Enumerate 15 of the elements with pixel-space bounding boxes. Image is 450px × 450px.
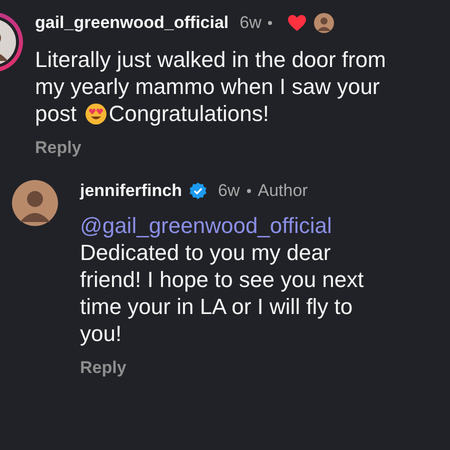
avatar[interactable] — [12, 180, 58, 226]
author-label: Author — [258, 180, 308, 202]
comment-time: 6w — [218, 180, 240, 202]
comment-text: Literally just walked in the door from my yearly mammo when I saw your post Congratulations! — [35, 46, 387, 127]
dot-separator-icon — [268, 21, 272, 25]
reply-button[interactable]: Reply — [35, 135, 82, 160]
username[interactable]: gail_greenwood_official — [35, 10, 229, 36]
username[interactable]: jenniferfinch — [80, 178, 182, 204]
mention-link[interactable]: @gail_greenwood_official — [80, 212, 332, 238]
reply-button[interactable]: Reply — [80, 354, 126, 380]
dot-separator-icon — [246, 188, 251, 192]
comment-text: Dedicated to you my dear friend! I hope to see you next time your in LA or I will fly to you! — [80, 238, 365, 346]
heart-eyes-emoji-icon — [84, 103, 107, 125]
comment-time: 6w — [240, 12, 262, 34]
author-avatar-icon — [314, 13, 334, 33]
